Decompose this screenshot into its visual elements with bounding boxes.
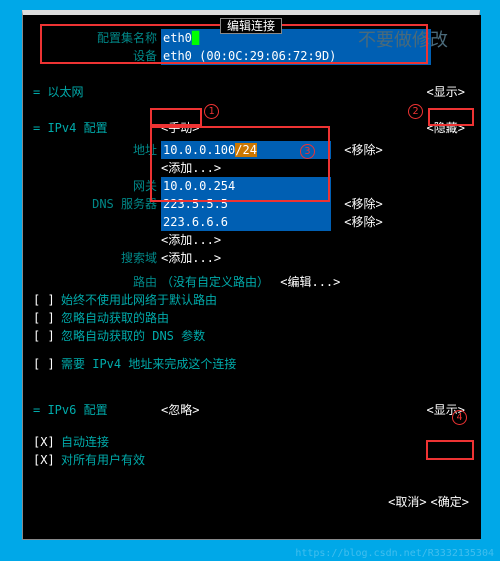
window-title: 编辑连接 [220,18,282,34]
cb1[interactable]: [ ] [33,291,61,309]
address-remove-button[interactable]: <移除> [344,143,382,157]
cb3-label: 忽略自动获取的 DNS 参数 [61,327,205,345]
ethernet-show-button[interactable]: <显示> [427,83,465,101]
cb3[interactable]: [ ] [33,327,61,345]
cancel-button[interactable]: <取消> [388,493,426,511]
annot-box-ok [426,440,474,460]
dns2-row: 223.6.6.6 <移除> [33,213,469,231]
cb4-label: 需要 IPv4 地址来完成这个连接 [61,355,236,373]
dns-label: DNS 服务器 [33,195,161,213]
search-label: 搜索域 [33,249,161,267]
ok-button[interactable]: <确定> [431,493,469,511]
gateway-label: 网关 [33,177,161,195]
route-note: （没有自定义路由） [161,275,269,289]
ipv4-heading: = IPv4 配置 [33,119,161,137]
ethernet-heading: = 以太网 [33,83,83,101]
tui-window: 编辑连接 配置集名称 eth0█ 设备 eth0 (00:0C:29:06:72… [22,10,480,540]
ipv6-row: = IPv6 配置 <忽略> <显示> [33,397,469,423]
route-edit-button[interactable]: <编辑...> [280,275,340,289]
annot-circle-3: 3 [300,144,315,159]
ipv6-mode-button[interactable]: <忽略> [161,401,199,419]
annot-circle-1: 1 [204,104,219,119]
dns-add-button[interactable]: <添加...> [161,233,221,247]
footer-watermark: https://blog.csdn.net/R3332135304 [295,548,494,559]
ethernet-row: = 以太网 <显示> [33,79,469,105]
window-border [479,15,481,539]
cb4[interactable]: [ ] [33,355,61,373]
cb2[interactable]: [ ] [33,309,61,327]
autoconnect-label: 自动连接 [61,433,109,451]
route-label: 路由 [33,273,161,291]
autoconnect-cb[interactable]: [X] [33,433,61,451]
ipv6-heading: = IPv6 配置 [33,401,161,419]
search-add-button[interactable]: <添加...> [161,251,221,265]
annot-circle-4: 4 [452,410,467,425]
dns2-remove-button[interactable]: <移除> [344,215,382,229]
dns2-field[interactable]: 223.6.6.6 [161,213,331,231]
dns1-remove-button[interactable]: <移除> [344,197,382,211]
route-row: 路由 （没有自定义路由） <编辑...> [33,273,469,291]
address-label: 地址 [33,141,161,159]
dns2-value: 223.6.6.6 [163,215,228,229]
content-area: 配置集名称 eth0█ 设备 eth0 (00:0C:29:06:72:9D) … [23,15,479,519]
annot-box-mode [150,108,202,126]
cb1-label: 始终不使用此网络于默认路由 [61,291,217,309]
allusers-cb[interactable]: [X] [33,451,61,469]
annot-circle-2: 2 [408,104,423,119]
search-row: 搜索域 <添加...> [33,249,469,267]
cb2-label: 忽略自动获取的路由 [61,309,169,327]
allusers-label: 对所有用户有效 [61,451,145,469]
annot-box-fields [150,126,330,202]
annot-box-hide [428,108,474,126]
titlebar: 编辑连接 [220,17,282,34]
